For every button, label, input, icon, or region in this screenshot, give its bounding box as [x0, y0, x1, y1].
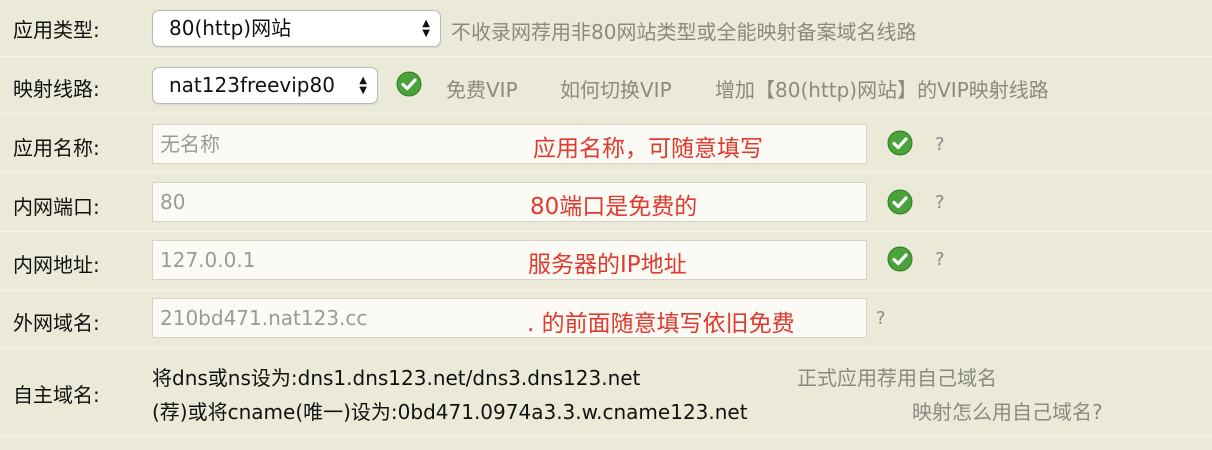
row-mapping-line: 映射线路: nat123freevip80 ▲ ▼ 免费VIP 如何切换VIP 增…: [0, 57, 1212, 114]
app-type-select[interactable]: 80(http)网站 ▲ ▼: [152, 10, 441, 47]
internal-port-input[interactable]: 80: [152, 182, 867, 222]
updown-arrows-icon: ▲ ▼: [422, 17, 430, 39]
row-app-name: 应用名称: 无名称 应用名称，可随意填写 ?: [0, 114, 1212, 173]
app-type-label: 应用类型:: [13, 18, 100, 42]
custom-domain-label: 自主域名:: [13, 383, 100, 407]
internal-port-help[interactable]: ?: [935, 192, 945, 213]
internal-address-label: 内网地址:: [13, 253, 100, 277]
mapping-line-selected: nat123freevip80: [169, 73, 335, 97]
app-name-help[interactable]: ?: [935, 134, 945, 155]
check-circle-icon: [887, 246, 913, 272]
add-vip-line-link[interactable]: 增加【80(http)网站】的VIP映射线路: [715, 74, 1049, 103]
check-circle-icon: [887, 130, 913, 156]
app-type-hint: 不收录网荐用非80网站类型或全能映射备案域名线路: [451, 20, 917, 44]
internal-port-note: 80端口是免费的: [530, 194, 698, 220]
internal-port-label: 内网端口:: [13, 195, 100, 219]
custom-domain-dns-instruction: 将dns或ns设为:dns1.dns123.net/dns3.dns123.ne…: [152, 366, 641, 390]
custom-domain-howto-link[interactable]: 映射怎么用自己域名?: [912, 396, 1103, 425]
custom-domain-cname-instruction: (荐)或将cname(唯一)设为:0bd471.0974a3.3.w.cname…: [152, 400, 748, 424]
internal-address-value: 127.0.0.1: [160, 248, 256, 272]
mapping-line-label: 映射线路:: [13, 77, 100, 101]
check-circle-icon: [887, 189, 913, 215]
row-app-type: 应用类型: 80(http)网站 ▲ ▼ 不收录网荐用非80网站类型或全能映射备案…: [0, 0, 1212, 57]
external-domain-help[interactable]: ?: [876, 308, 886, 329]
external-domain-value: 210bd471.nat123.cc: [160, 306, 368, 330]
mapping-line-select[interactable]: nat123freevip80 ▲ ▼: [152, 67, 378, 104]
internal-port-value: 80: [160, 190, 186, 214]
internal-address-note: 服务器的IP地址: [528, 252, 687, 278]
custom-domain-recommend-hint[interactable]: 正式应用荐用自己域名: [797, 362, 997, 391]
updown-arrows-icon: ▲ ▼: [359, 74, 367, 96]
app-name-placeholder: 无名称: [160, 132, 220, 156]
row-custom-domain: 自主域名: 将dns或ns设为:dns1.dns123.net/dns3.dns…: [0, 348, 1212, 437]
external-domain-note: . 的前面随意填写依旧免费: [527, 311, 795, 337]
row-internal-address: 内网地址: 127.0.0.1 服务器的IP地址 ?: [0, 232, 1212, 291]
app-name-note: 应用名称，可随意填写: [533, 136, 763, 162]
row-internal-port: 内网端口: 80 80端口是免费的 ?: [0, 173, 1212, 232]
app-type-selected: 80(http)网站: [169, 16, 292, 40]
row-external-domain: 外网域名: 210bd471.nat123.cc . 的前面随意填写依旧免费 ?: [0, 291, 1212, 348]
switch-vip-link[interactable]: 如何切换VIP: [560, 74, 672, 103]
internal-address-input[interactable]: 127.0.0.1: [152, 240, 867, 280]
free-vip-link[interactable]: 免费VIP: [446, 74, 518, 103]
internal-address-help[interactable]: ?: [935, 249, 945, 270]
check-circle-icon: [396, 71, 422, 97]
app-name-label: 应用名称:: [13, 136, 100, 160]
external-domain-label: 外网域名:: [13, 311, 100, 335]
